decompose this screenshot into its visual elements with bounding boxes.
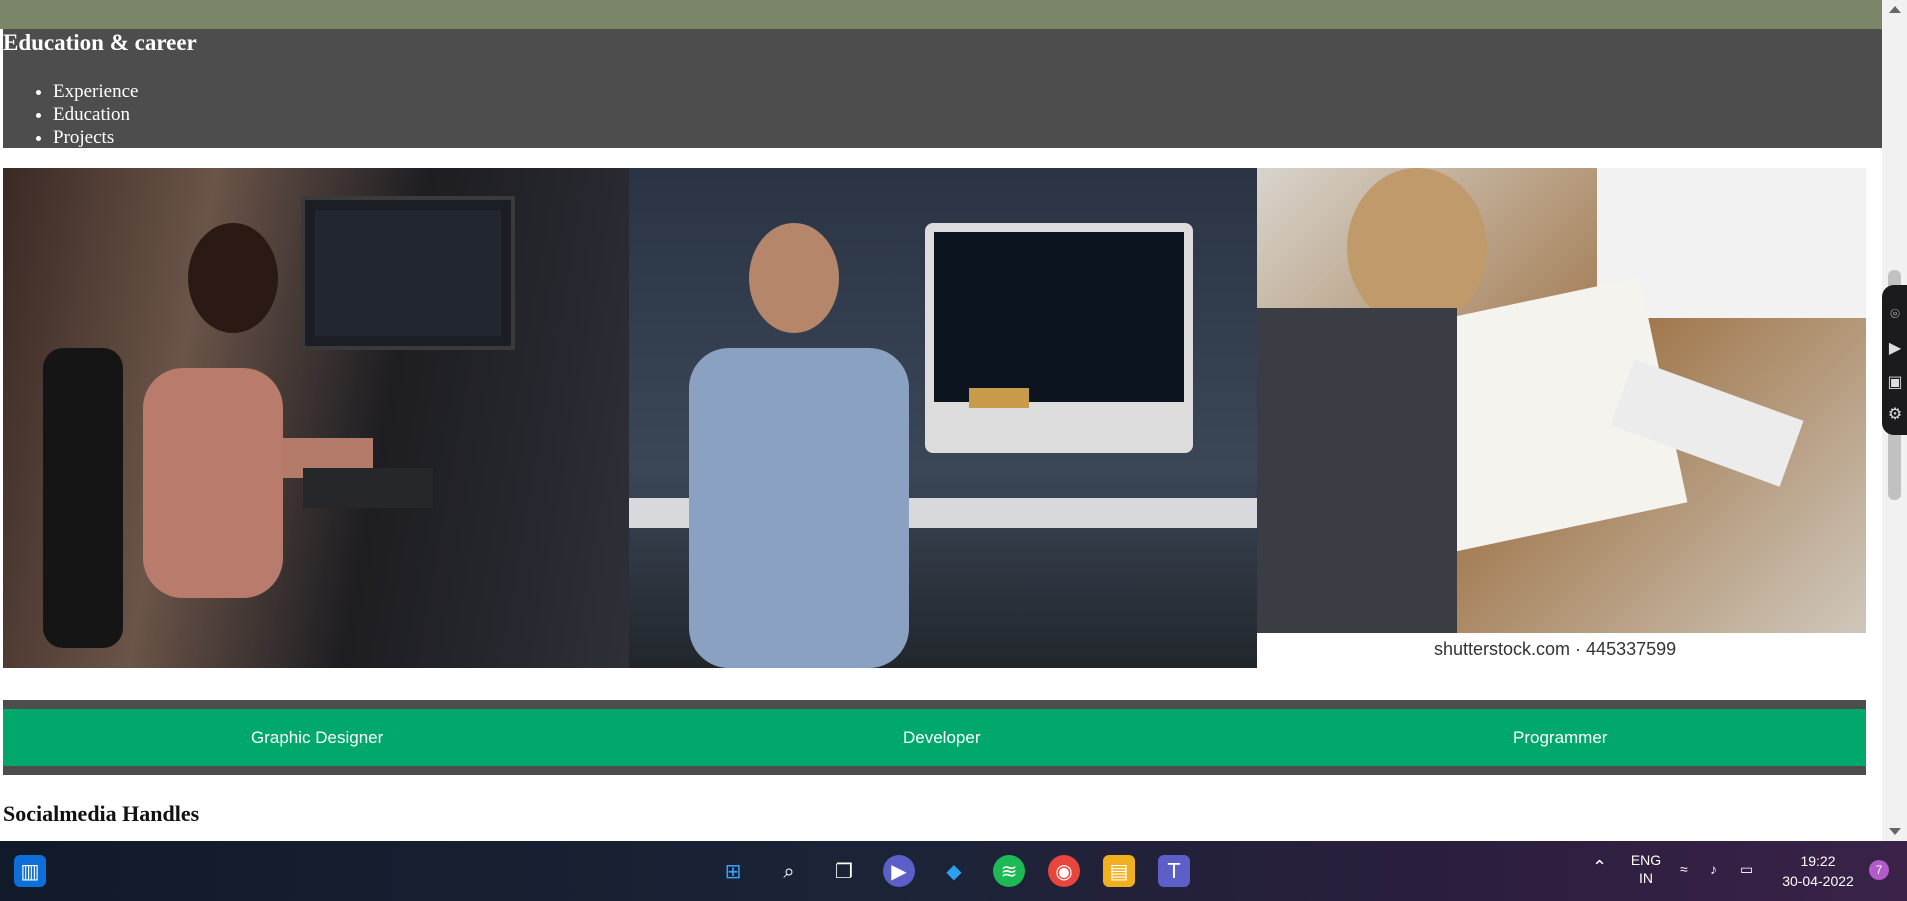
teams-icon[interactable]: T xyxy=(1158,855,1190,887)
gear-icon[interactable]: ⚙ xyxy=(1886,405,1904,423)
role-programmer[interactable]: Programmer xyxy=(1513,709,1607,766)
widgets-icon[interactable]: ▥ xyxy=(14,855,46,887)
scroll-down-arrow-icon[interactable] xyxy=(1889,828,1901,835)
battery-icon[interactable]: ▭ xyxy=(1740,861,1753,878)
career-item-experience[interactable]: Experience xyxy=(53,80,138,103)
screen-capture-toolbar: ⌾ ▶ ▣ ⚙ xyxy=(1882,285,1907,435)
top-strip xyxy=(0,0,1882,29)
file-explorer-icon[interactable]: ▤ xyxy=(1103,855,1135,887)
photo-woman-at-computer xyxy=(3,168,629,668)
show-hidden-icons-chevron-icon[interactable]: ⌃ xyxy=(1592,857,1607,878)
role-developer[interactable]: Developer xyxy=(903,709,981,766)
career-item-projects[interactable]: Projects xyxy=(53,126,138,149)
role-graphic-designer[interactable]: Graphic Designer xyxy=(251,709,383,766)
scroll-up-arrow-icon[interactable] xyxy=(1889,6,1901,13)
video-icon[interactable]: ▶ xyxy=(1886,339,1904,357)
photo-gallery: shutterstock.com · 445337599 xyxy=(3,168,1866,668)
career-heading: Education & career xyxy=(3,30,197,55)
clock-date: 30-04-2022 xyxy=(1782,873,1854,889)
search-icon[interactable]: ⌕ xyxy=(773,855,805,887)
clock-time: 19:22 xyxy=(1800,853,1836,869)
roles-green-band: Graphic Designer Developer Programmer xyxy=(3,709,1866,766)
vscode-icon[interactable]: ◆ xyxy=(938,855,970,887)
clock[interactable]: 19:22 30-04-2022 xyxy=(1778,851,1858,891)
chrome-icon[interactable]: ◉ xyxy=(1048,855,1080,887)
photo-designer-sketching xyxy=(1257,168,1866,633)
spotify-icon[interactable]: ≋ xyxy=(993,855,1025,887)
roles-bar: Graphic Designer Developer Programmer xyxy=(3,700,1866,775)
language-indicator[interactable]: ENG IN xyxy=(1628,851,1664,887)
chat-icon[interactable]: ▶ xyxy=(883,855,915,887)
wifi-icon[interactable]: ≈ xyxy=(1680,861,1688,877)
social-heading: Socialmedia Handles xyxy=(3,801,200,826)
start-icon[interactable]: ⊞ xyxy=(717,855,749,887)
career-list: Experience Education Projects xyxy=(3,80,138,149)
photo-credit: shutterstock.com · 445337599 xyxy=(1257,633,1866,668)
notification-badge[interactable]: 7 xyxy=(1869,860,1889,880)
volume-icon[interactable]: ♪ xyxy=(1710,861,1717,877)
gallery-icon[interactable]: ▣ xyxy=(1886,373,1904,391)
photo-man-at-desk xyxy=(629,168,1257,668)
camera-icon[interactable]: ⌾ xyxy=(1886,305,1904,323)
career-section: Education & career Experience Education … xyxy=(3,29,1882,148)
task-view-icon[interactable]: ❐ xyxy=(828,855,860,887)
taskbar: ▥ ⊞ ⌕ ❐ ▶ ◆ ≋ ◉ ▤ T ⌃ ENG IN ≈ ♪ ▭ 19:22… xyxy=(0,841,1907,901)
career-item-education[interactable]: Education xyxy=(53,103,138,126)
